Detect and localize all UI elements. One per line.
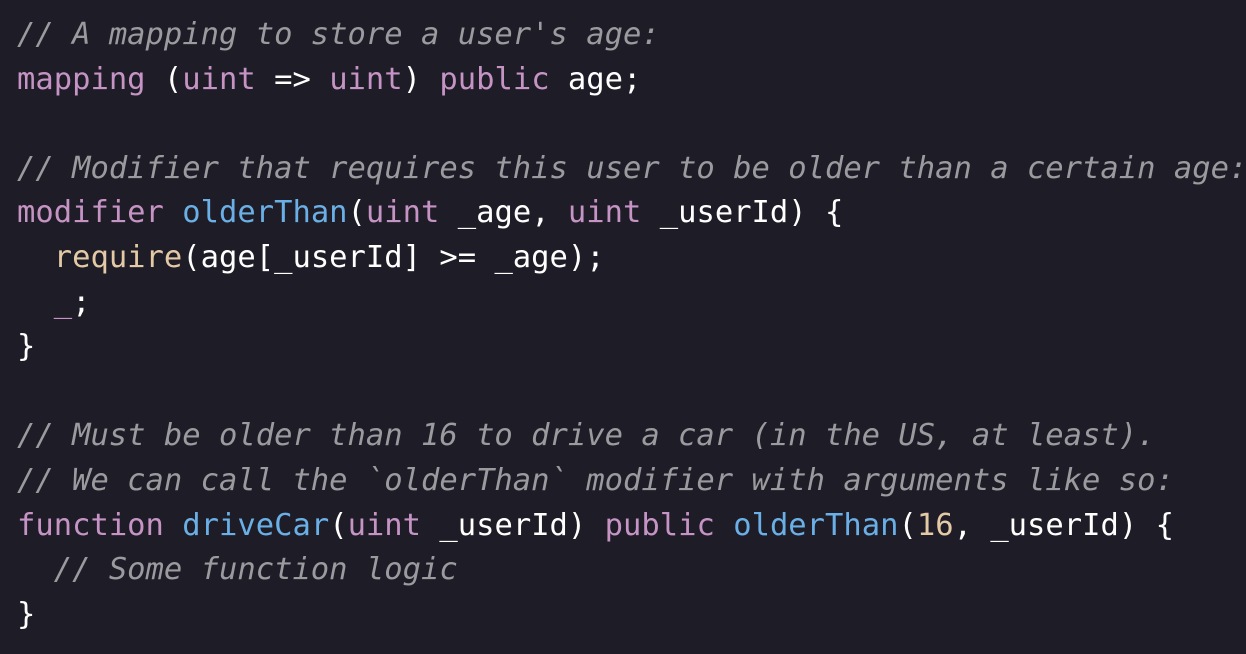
code-line-2: mapping (uint => uint) public age;: [17, 58, 1246, 103]
identifier-token: _userId): [421, 507, 605, 543]
code-line-8: }: [17, 325, 1246, 370]
comment-token: // A mapping to store a user's age:: [17, 17, 660, 52]
code-line-5: modifier olderThan(uint _age, uint _user…: [17, 191, 1246, 236]
brace-token: }: [17, 329, 36, 365]
type-token: uint: [365, 195, 440, 231]
punctuation-token: (: [329, 507, 348, 543]
function-name-token: olderThan: [182, 195, 348, 231]
comment-token: // Must be older than 16 to drive a car …: [17, 418, 1156, 454]
keyword-token: function: [17, 507, 164, 543]
punctuation-token: ): [402, 61, 440, 97]
identifier-token: _userId) {: [641, 195, 844, 231]
function-name-token: driveCar: [182, 507, 330, 543]
expression-token: (age[_userId] >= _age);: [182, 239, 605, 275]
type-token: uint: [329, 61, 403, 97]
punctuation-token: (: [898, 507, 917, 543]
code-line-6: require(age[_userId] >= _age);: [17, 236, 1246, 281]
function-name-token: olderThan: [733, 507, 899, 543]
keyword-token: mapping: [17, 61, 146, 97]
code-line-1: // A mapping to store a user's age:: [17, 13, 1246, 58]
identifier-token: _age,: [439, 195, 568, 231]
comment-token: // Modifier that requires this user to b…: [17, 150, 1246, 186]
keyword-token: public: [439, 61, 550, 97]
indent-token: [17, 552, 54, 587]
code-block[interactable]: // A mapping to store a user's age: mappi…: [17, 13, 1246, 637]
code-line-12: function driveCar(uint _userId) public o…: [17, 504, 1246, 549]
keyword-token: public: [604, 507, 715, 543]
code-line-7: _;: [17, 281, 1246, 326]
indent-token: [17, 285, 54, 320]
code-line-13: // Some function logic: [17, 548, 1246, 593]
punctuation-token: (: [347, 195, 366, 231]
builtin-token: require: [53, 239, 183, 275]
identifier-token: , _userId) {: [953, 507, 1174, 543]
comment-token: // We can call the `olderThan` modifier …: [17, 462, 1174, 498]
code-line-11: // We can call the `olderThan` modifier …: [17, 459, 1246, 504]
comment-token: // Some function logic: [53, 552, 458, 588]
code-line-14: }: [17, 593, 1246, 638]
identifier-token: age;: [549, 61, 642, 97]
punctuation-token: (: [145, 61, 183, 97]
type-token: uint: [567, 195, 642, 231]
brace-token: }: [17, 596, 36, 632]
operator-token: =>: [255, 61, 330, 97]
code-line-10: // Must be older than 16 to drive a car …: [17, 414, 1246, 459]
punctuation-token: ;: [72, 284, 91, 320]
placeholder-token: _: [53, 284, 73, 320]
code-editor[interactable]: // A mapping to store a user's age: mappi…: [0, 0, 1246, 654]
type-token: uint: [347, 507, 422, 543]
type-token: uint: [182, 61, 256, 97]
code-line-4: // Modifier that requires this user to b…: [17, 147, 1246, 192]
indent-token: [17, 240, 54, 275]
number-token: 16: [916, 507, 954, 543]
keyword-token: modifier: [17, 195, 164, 231]
